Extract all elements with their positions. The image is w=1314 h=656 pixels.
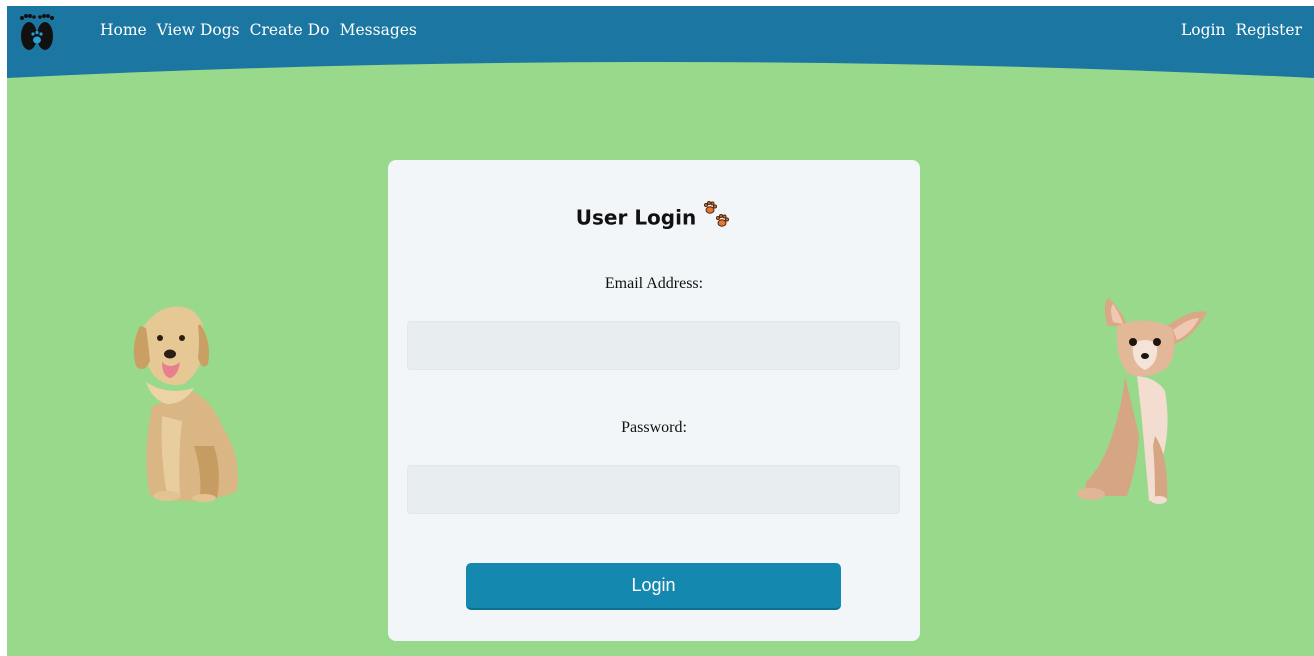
nav-login-link[interactable]: Login — [1181, 21, 1226, 39]
password-field[interactable] — [407, 465, 900, 514]
email-field[interactable] — [407, 321, 900, 370]
email-label: Email Address: — [604, 275, 704, 292]
main-nav: Home View Dogs Create Dog Messages — [100, 21, 427, 39]
page: Home View Dogs Create Dog Messages Login… — [7, 6, 1314, 656]
login-card: User Login Email Address: Password: Logi — [388, 160, 920, 641]
login-title: User Login — [388, 201, 920, 234]
nav-messages-link[interactable]: Messages — [340, 21, 417, 39]
auth-nav: Login Register — [1171, 21, 1302, 39]
header-bar — [7, 6, 1314, 78]
nav-view-dogs-link[interactable]: View Dogs — [157, 21, 240, 39]
nav-create-dog-link[interactable]: Create Dog — [250, 21, 330, 39]
login-button[interactable]: Login — [466, 563, 841, 610]
chihuahua-image — [1077, 298, 1207, 504]
golden-retriever-image — [133, 306, 238, 502]
password-label: Password: — [621, 419, 687, 436]
footprints-icon[interactable] — [18, 12, 56, 54]
login-title-text: User Login — [575, 205, 697, 230]
paw-prints-icon — [704, 201, 730, 227]
nav-home-link[interactable]: Home — [100, 21, 147, 39]
nav-register-link[interactable]: Register — [1236, 21, 1303, 39]
